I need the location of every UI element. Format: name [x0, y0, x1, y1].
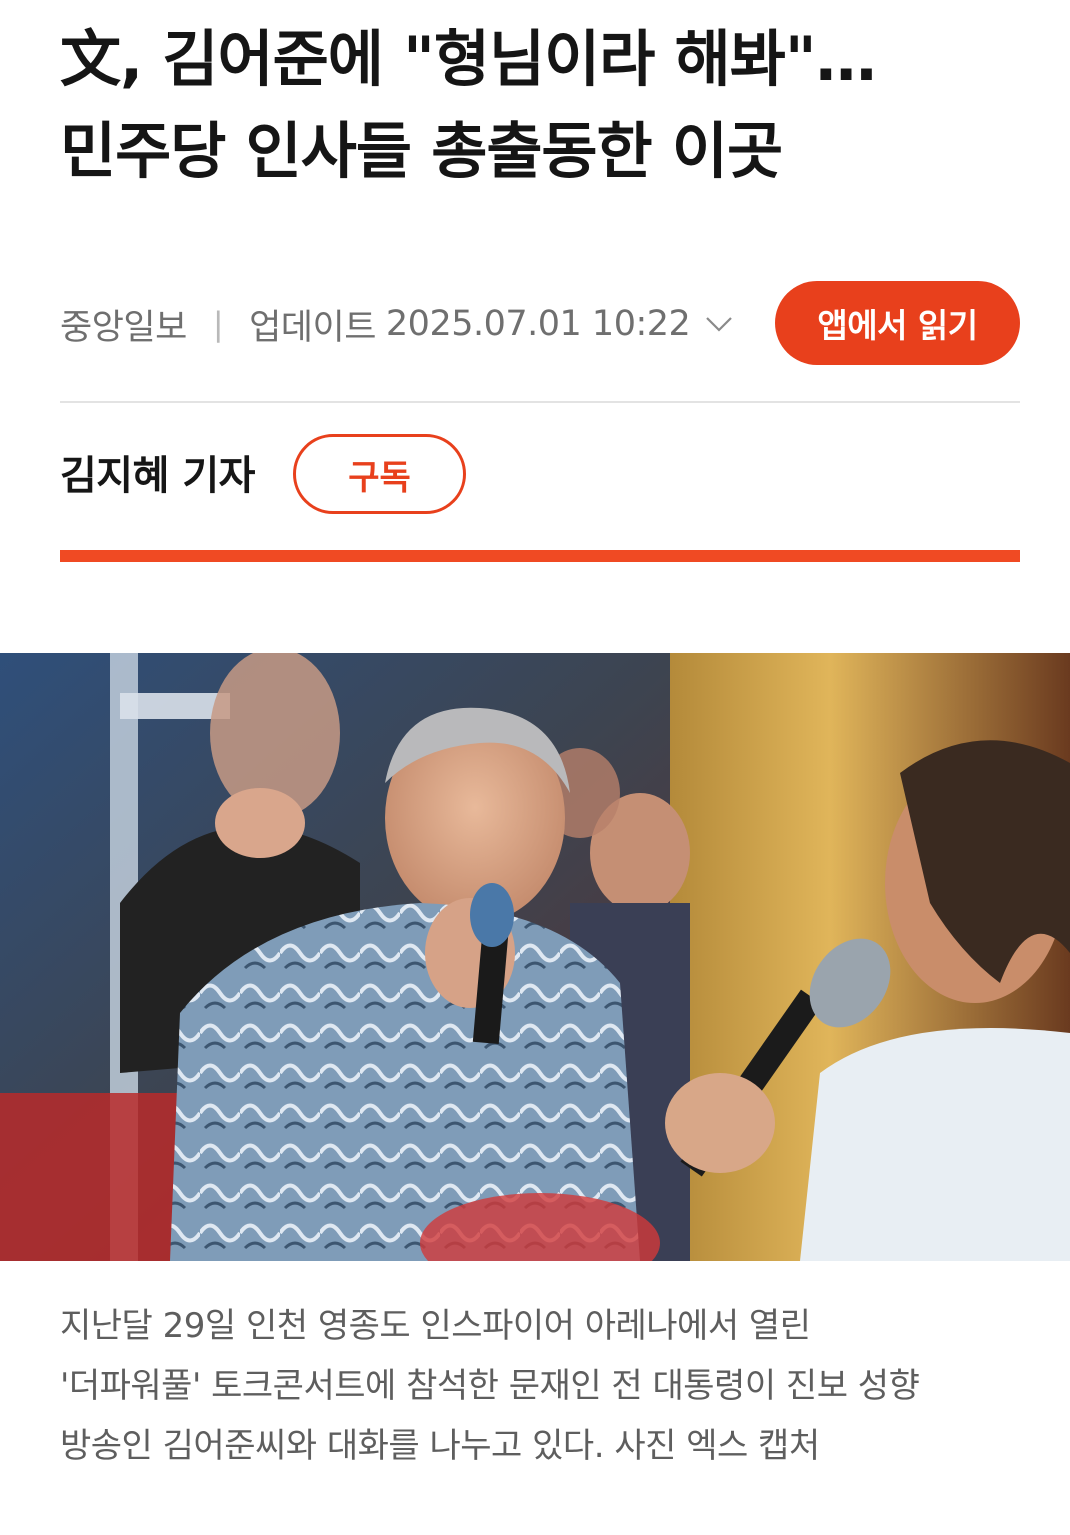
- caption-line-1: 지난달 29일 인천 영종도 인스파이어 아레나에서 열린: [60, 1306, 811, 1346]
- caption-line-3: 방송인 김어준씨와 대화를 나누고 있다. 사진 엑스 캡처: [60, 1426, 820, 1466]
- chevron-down-icon[interactable]: [704, 314, 734, 334]
- subscribe-button[interactable]: 구독: [293, 434, 466, 514]
- article-headline: 文, 김어준에 "형님이라 해봐"… 민주당 인사들 총출동한 이곳: [60, 14, 1020, 198]
- updated-time: 2025.07.01 10:22: [385, 304, 691, 344]
- publisher-name[interactable]: 중앙일보: [60, 299, 187, 350]
- article-photo[interactable]: [0, 653, 1070, 1261]
- headline-line-1: 文, 김어준에 "형님이라 해봐"…: [60, 24, 877, 95]
- read-in-app-button[interactable]: 앱에서 읽기: [775, 281, 1020, 365]
- updated-label: 업데이트: [249, 307, 376, 348]
- reporter-name[interactable]: 김지혜 기자: [60, 448, 255, 504]
- photo-caption: 지난달 29일 인천 영종도 인스파이어 아레나에서 열린 '더파워풀' 토크콘…: [60, 1296, 1020, 1476]
- meta-separator: |: [212, 305, 224, 343]
- accent-bar: [60, 550, 1020, 562]
- caption-line-2: '더파워풀' 토크콘서트에 참석한 문재인 전 대통령이 진보 성향: [60, 1366, 920, 1406]
- headline-line-2: 민주당 인사들 총출동한 이곳: [60, 116, 783, 187]
- divider: [60, 401, 1020, 403]
